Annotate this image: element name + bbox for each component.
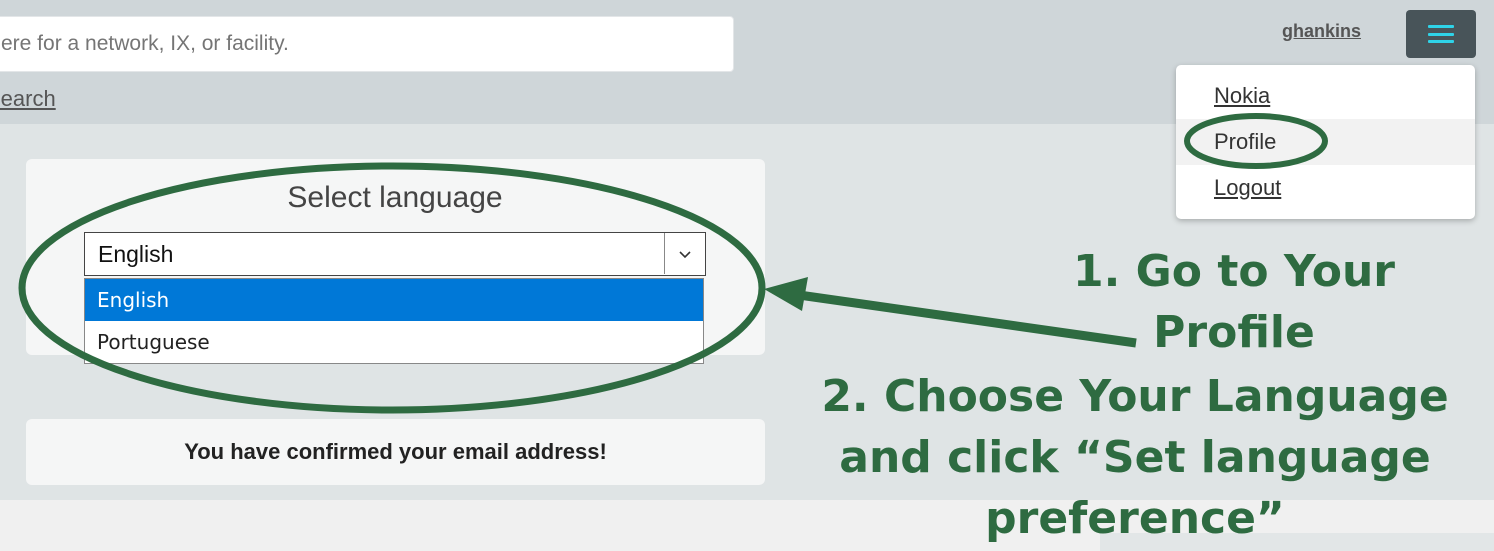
annotation-step-1: 1. Go to Your Profile (1073, 246, 1395, 358)
arrow-head-icon (764, 277, 808, 311)
language-highlight-ellipse (18, 162, 766, 414)
annotation-step-2: 2. Choose Your Language and click “Set l… (821, 371, 1449, 544)
profile-highlight-ellipse (1184, 113, 1328, 169)
